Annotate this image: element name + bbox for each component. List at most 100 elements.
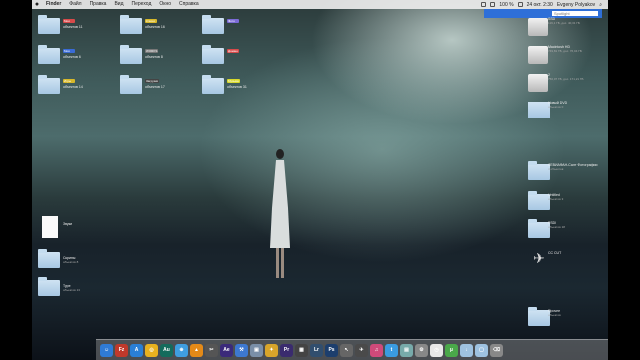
folder-tag: Фото: [227, 19, 239, 23]
filezilla-icon[interactable]: Fz: [115, 343, 128, 357]
clock-text[interactable]: 24 окт. 2:30: [527, 2, 553, 8]
vlc-icon[interactable]: ▲: [190, 343, 203, 357]
docs-icon[interactable]: ▢: [475, 343, 488, 357]
desktop-folder[interactable]: Фото: [198, 14, 250, 38]
finder-icon[interactable]: ☺: [100, 343, 113, 357]
menu-bar: ● Finder Файл Правка Вид Переход Окно Сп…: [32, 0, 608, 9]
tools-icon[interactable]: ✦: [265, 343, 278, 357]
desktop-item[interactable]: Прочее объектов: [524, 306, 576, 330]
mac-icon[interactable]: ▣: [250, 343, 263, 357]
menu-go[interactable]: Переход: [128, 0, 156, 9]
trash-icon[interactable]: ⌫: [490, 343, 503, 357]
item-sublabel: 749,81 ГБ, дос. 76,04 ГБ: [548, 49, 582, 53]
folder-tag: Мои: [63, 19, 75, 23]
item-sublabel: 119,1 ГБ, дос. 40,31 ГБ: [548, 21, 580, 25]
status-area: 100 % 24 окт. 2:30 Evgeny Polyakov ⌕: [481, 2, 608, 8]
item-sublabel: объектов 13: [63, 288, 80, 292]
desktop-item[interactable]: ЛЕВИАФАН-Салт Фотографии 4 объектов: [524, 160, 597, 184]
premiere-icon[interactable]: Pr: [280, 343, 293, 357]
app-store-icon[interactable]: A: [130, 343, 143, 357]
safari-icon[interactable]: ⊕: [175, 343, 188, 357]
hard-drive-icon: [528, 18, 548, 36]
downloads-icon[interactable]: ↓: [460, 343, 473, 357]
folder-tag: Игры: [63, 79, 75, 83]
folder-icon: [38, 277, 60, 296]
desktop-item[interactable]: Звуки: [34, 214, 86, 238]
cursor-icon[interactable]: ↖: [340, 343, 353, 357]
desktop-item[interactable]: Untitled объектов 3: [524, 190, 576, 214]
folder-icon: [202, 45, 224, 64]
menu-file[interactable]: Файл: [65, 0, 85, 9]
folder-label: объектов 6: [63, 55, 81, 59]
desktop-folder[interactable]: WORKS объектов 8: [116, 44, 168, 68]
menu-help[interactable]: Справка: [175, 0, 203, 9]
apple-menu-icon[interactable]: ●: [32, 0, 42, 9]
menu-finder[interactable]: Finder: [42, 0, 65, 9]
folder-tag: Моё: [63, 49, 75, 53]
item-sublabel: 4 объектов: [548, 167, 564, 171]
wifi-icon[interactable]: [481, 2, 487, 7]
item-sublabel: объектов 18: [548, 225, 565, 229]
clapper-icon[interactable]: ▦: [295, 343, 308, 357]
finalcut-icon[interactable]: ✂: [205, 343, 218, 357]
folder-icon: [202, 75, 224, 94]
folder-icon: [202, 15, 224, 34]
folder-icon: [528, 161, 550, 180]
folder-tag: Ключи: [145, 19, 157, 23]
desktop: ● Finder Файл Правка Вид Переход Окно Сп…: [32, 0, 608, 360]
audition-icon[interactable]: Au: [160, 343, 173, 357]
document-icon: [42, 216, 58, 238]
user-name[interactable]: Evgeny Polyakov: [557, 2, 595, 8]
folder-label: объектов 16: [145, 25, 165, 29]
desktop-folder[interactable]: Музыка объектов 31: [198, 74, 250, 98]
desktop-folder[interactable]: Загрузки объектов 17: [116, 74, 168, 98]
desktop-item[interactable]: Скрины объектов 8: [34, 248, 86, 272]
folder-icon: [528, 219, 550, 238]
folder-icon: [120, 75, 142, 94]
chrome-icon[interactable]: ◎: [145, 343, 158, 357]
desktop-folder[interactable]: Моё объектов 6: [34, 44, 86, 68]
folder-tag: Домаш: [227, 49, 239, 53]
folder-icon: [38, 15, 60, 34]
desktop-item[interactable]: Туре объектов 13: [34, 276, 86, 300]
folder-icon: [120, 15, 142, 34]
hard-drive-icon: [528, 74, 548, 92]
photoshop-icon[interactable]: Ps: [325, 343, 338, 357]
item-sublabel: объектов 3: [548, 197, 564, 201]
twitter-icon[interactable]: t: [385, 343, 398, 357]
bluetooth-icon[interactable]: [490, 2, 496, 7]
spotlight-icon[interactable]: ⌕: [599, 2, 602, 8]
desktop-item[interactable]: SSD 119,1 ГБ, дос. 40,31 ГБ: [524, 14, 580, 38]
battery-icon[interactable]: [517, 2, 523, 7]
xcode-icon[interactable]: ⚒: [235, 343, 248, 357]
lightroom-icon[interactable]: Lr: [310, 343, 323, 357]
desktop-item[interactable]: 2 750,07 ГБ, дос. 171,21 ГБ: [524, 70, 583, 94]
aftereffects-icon[interactable]: Ae: [220, 343, 233, 357]
zoom-value[interactable]: 100 %: [499, 2, 513, 8]
desktop-item[interactable]: PSDI объектов 18: [524, 218, 576, 242]
woman-figure: [270, 149, 290, 278]
menu-window[interactable]: Окно: [155, 0, 175, 9]
desktop-item[interactable]: ✈ CC CUT: [524, 248, 576, 272]
item-sublabel: объектов: [548, 313, 561, 317]
folder-icon: [38, 45, 60, 64]
folder-tag: Музыка: [227, 79, 240, 83]
desktop-item[interactable]: Новый DVD объектов 0: [524, 98, 576, 122]
desktop-folder[interactable]: Ключи объектов 16: [116, 14, 168, 38]
folder-label: объектов 8: [145, 55, 163, 59]
desktop-folder[interactable]: Игры объектов 14: [34, 74, 86, 98]
desktop-folder[interactable]: Мои объектов 11: [34, 14, 86, 38]
desktop-folder[interactable]: Домаш: [198, 44, 250, 68]
folder-icon: [38, 75, 60, 94]
desktop-item[interactable]: Macintosh HD 749,81 ГБ, дос. 76,04 ГБ: [524, 42, 582, 66]
utorrent-icon[interactable]: µ: [445, 343, 458, 357]
clock-icon[interactable]: ◷: [430, 343, 443, 357]
folder-tag: Загрузки: [145, 79, 160, 83]
prefs-icon[interactable]: ⚙: [415, 343, 428, 357]
launchpad-icon[interactable]: ✈: [355, 343, 368, 357]
folder-label: объектов 31: [227, 85, 247, 89]
menu-edit[interactable]: Правка: [86, 0, 111, 9]
itunes-icon[interactable]: ♫: [370, 343, 383, 357]
preview-icon[interactable]: ▤: [400, 343, 413, 357]
menu-view[interactable]: Вид: [110, 0, 127, 9]
